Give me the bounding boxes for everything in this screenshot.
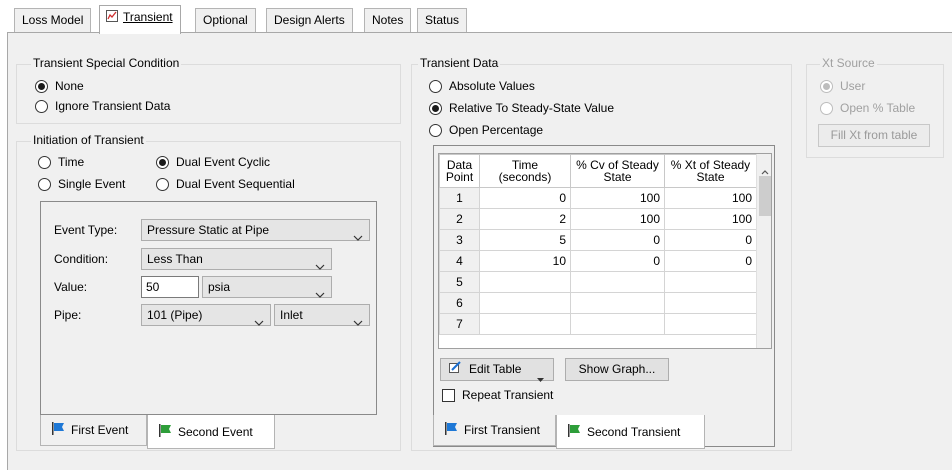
radio-dual-event-sequential[interactable]: Dual Event Sequential [156, 177, 295, 191]
edit-table-button[interactable]: Edit Table [440, 358, 554, 382]
tab-status[interactable]: Status [417, 8, 468, 32]
chevron-down-icon [315, 256, 325, 276]
radio-open-percentage[interactable]: Open Percentage [429, 123, 543, 137]
value-unit-select[interactable]: psia [202, 276, 332, 298]
radio-ignore-transient[interactable]: Ignore Transient Data [35, 99, 170, 113]
radio-dot [156, 177, 169, 191]
data-table: Data Point Time (seconds) % Cv of Steady… [439, 154, 757, 335]
tab-bar: Loss Model Transient Optional Design Ale… [0, 0, 952, 34]
event-panel: Event Type: Pressure Static at Pipe Cond… [40, 201, 377, 415]
table-scrollbar[interactable] [756, 154, 771, 348]
radio-dot [38, 177, 51, 191]
event-type-label: Event Type: [54, 223, 118, 237]
pipe-label: Pipe: [54, 308, 82, 322]
table-row[interactable]: 2 2 100 100 [439, 208, 757, 230]
column-header: % Cv of Steady State [570, 154, 665, 188]
column-header: Time (seconds) [479, 154, 571, 188]
table-row[interactable]: 5 [439, 271, 757, 293]
edit-table-icon [449, 359, 461, 380]
transient-data-title: Transient Data [418, 56, 501, 70]
table-row[interactable]: 6 [439, 292, 757, 314]
pipe-select[interactable]: 101 (Pipe) [141, 304, 271, 326]
initiation-title: Initiation of Transient [31, 133, 146, 147]
condition-label: Condition: [54, 252, 109, 266]
radio-absolute-values[interactable]: Absolute Values [429, 79, 535, 93]
radio-dot [38, 155, 51, 169]
show-graph-button[interactable]: Show Graph... [565, 358, 669, 381]
radio-none[interactable]: None [35, 79, 84, 93]
value-label: Value: [54, 280, 88, 294]
chevron-down-icon [353, 312, 363, 332]
chevron-down-icon [315, 284, 325, 304]
blue-flag-icon [444, 422, 458, 438]
transient-graph-icon [106, 7, 118, 29]
chevron-down-icon [254, 312, 264, 332]
scroll-thumb[interactable] [759, 176, 771, 216]
dropdown-arrow-icon [537, 368, 544, 389]
tab-second-transient[interactable]: Second Transient [556, 415, 705, 449]
radio-dot [820, 79, 833, 93]
transient-grid-panel: Data Point Time (seconds) % Cv of Steady… [433, 145, 775, 447]
tab-second-event[interactable]: Second Event [147, 415, 275, 449]
radio-dot [156, 155, 169, 169]
radio-user[interactable]: User [820, 79, 865, 93]
chevron-down-icon [353, 227, 363, 247]
special-condition-group [16, 64, 401, 124]
green-flag-icon [567, 423, 581, 440]
column-header: Data Point [439, 154, 480, 188]
radio-dual-event-cyclic[interactable]: Dual Event Cyclic [156, 155, 270, 169]
transient-panel: Transient Special Condition None Ignore … [7, 32, 952, 470]
tab-first-event[interactable]: First Event [40, 415, 147, 446]
radio-dot [820, 101, 833, 115]
radio-dot [35, 79, 48, 93]
table-row[interactable]: 7 [439, 313, 757, 335]
checkbox-box [442, 388, 455, 402]
radio-relative-steady-state[interactable]: Relative To Steady-State Value [429, 101, 614, 115]
transient-table[interactable]: Data Point Time (seconds) % Cv of Steady… [438, 153, 772, 349]
xt-source-title: Xt Source [820, 56, 877, 70]
tab-transient[interactable]: Transient [99, 5, 181, 34]
value-input[interactable]: 50 [141, 276, 199, 298]
radio-time[interactable]: Time [38, 155, 84, 169]
radio-dot [429, 123, 442, 137]
tab-notes[interactable]: Notes [364, 8, 412, 32]
fill-xt-button[interactable]: Fill Xt from table [818, 124, 930, 147]
special-condition-title: Transient Special Condition [31, 56, 182, 70]
tab-optional[interactable]: Optional [195, 8, 256, 32]
radio-dot [429, 101, 442, 115]
tab-loss-model[interactable]: Loss Model [14, 8, 92, 32]
radio-open-percent-table[interactable]: Open % Table [820, 101, 915, 115]
blue-flag-icon [51, 422, 65, 438]
column-header: % Xt of Steady State [664, 154, 757, 188]
table-row[interactable]: 3500 [439, 229, 757, 251]
radio-dot [35, 99, 48, 113]
table-row[interactable]: 4 10 0 0 [439, 250, 757, 272]
pipe-end-select[interactable]: Inlet [274, 304, 370, 326]
green-flag-icon [158, 423, 172, 440]
tab-first-transient[interactable]: First Transient [433, 415, 556, 446]
table-row[interactable]: 1 0 100 100 [439, 187, 757, 209]
radio-dot [429, 79, 442, 93]
repeat-transient-checkbox[interactable]: Repeat Transient [442, 388, 553, 402]
condition-select[interactable]: Less Than [141, 248, 332, 270]
event-type-select[interactable]: Pressure Static at Pipe [141, 219, 370, 241]
tab-design-alerts[interactable]: Design Alerts [266, 8, 353, 32]
radio-single-event[interactable]: Single Event [38, 177, 125, 191]
